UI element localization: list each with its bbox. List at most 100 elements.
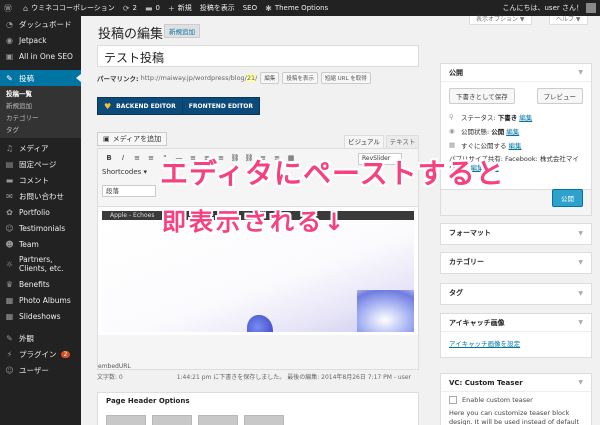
sidebar-item-photo-albums[interactable]: ▦ Photo Albums	[0, 292, 81, 308]
publicize-edit-link[interactable]: 編集	[471, 164, 484, 172]
save-draft-button[interactable]: 下書きとして保存	[449, 88, 515, 104]
category-box-header[interactable]: カテゴリー ▼	[441, 253, 591, 271]
sidebar-item-comments[interactable]: ▬ コメント	[0, 172, 81, 188]
theme-options-menu[interactable]: ✱ Theme Options	[261, 0, 332, 16]
view-post-button[interactable]: 投稿を表示	[282, 72, 318, 84]
italic-button[interactable]: I	[116, 154, 130, 162]
tag-box-header[interactable]: タグ ▼	[441, 284, 591, 302]
sidebar-item-team[interactable]: ☻ Team	[0, 236, 81, 252]
site-name-menu[interactable]: ⌂ ウミネココーポレーション	[19, 0, 119, 16]
header-style-thumb[interactable]	[198, 415, 238, 425]
sidebar-item-partners[interactable]: ☼ Partners, Clients, etc.	[0, 252, 81, 276]
category-title: カテゴリー	[449, 258, 484, 266]
unlink-button[interactable]: ⛓	[242, 154, 256, 162]
submenu-tags[interactable]: タグ	[0, 124, 81, 136]
sidebar-item-plugins[interactable]: ⚡ プラグイン 2	[0, 346, 81, 362]
backend-editor-button[interactable]: ♥ BACKEND EDITOR	[98, 98, 182, 114]
sidebar-item-contact[interactable]: ✉ お問い合わせ	[0, 188, 81, 204]
toolbar-toggle-button[interactable]: ▦	[284, 154, 298, 162]
header-style-thumb[interactable]	[244, 415, 284, 425]
category-box: カテゴリー ▼	[440, 252, 592, 274]
format-box: フォーマット ▼	[440, 223, 592, 245]
permalink-edit-button[interactable]: 編集	[260, 72, 280, 84]
sidebar-item-benefits[interactable]: ♛ Benefits	[0, 276, 81, 292]
sidebar-item-users[interactable]: ☺ ユーザー	[0, 362, 81, 378]
app-window: Ⓦ ⌂ ウミネココーポレーション ⟳ 2 ▬ 0 + 新規 投稿を表示 SEO ✱ The…	[0, 0, 600, 425]
publish-box-header[interactable]: 公開 ▼	[441, 64, 591, 82]
align-center-button[interactable]: ≡	[200, 154, 214, 162]
permalink-url[interactable]: http://maiway.jp/wordpress/blog/21/	[141, 74, 257, 82]
set-featured-image-link[interactable]: アイキャッチ画像を設定	[449, 340, 520, 348]
plus-icon: +	[168, 3, 175, 13]
paragraph-format-select[interactable]: 段落	[102, 185, 156, 197]
fullscreen-button[interactable]: ≡	[270, 154, 284, 162]
updates-menu[interactable]: ⟳ 2	[119, 0, 141, 16]
help-toggle[interactable]: ヘルプ ▼	[549, 16, 588, 25]
team-icon: ☻	[5, 239, 14, 249]
sidebar-item-posts[interactable]: ✎ 投稿	[0, 70, 81, 86]
header-style-thumb[interactable]	[106, 415, 146, 425]
submenu-categories[interactable]: カテゴリー	[0, 112, 81, 124]
new-content-menu[interactable]: + 新規	[164, 0, 196, 16]
sidebar-item-jetpack[interactable]: ◉ Jetpack	[0, 32, 81, 48]
sidebar-item-dashboard[interactable]: ◔ ダッシュボード	[0, 16, 81, 32]
tab-visual[interactable]: ビジュアル	[344, 135, 384, 148]
format-box-header[interactable]: フォーマット ▼	[441, 224, 591, 242]
visibility-edit-link[interactable]: 編集	[506, 126, 519, 136]
page-header-options-box: Page Header Options	[97, 392, 419, 425]
submenu-all-posts[interactable]: 投稿一覧	[0, 88, 81, 100]
bullet-list-button[interactable]: ≡	[130, 154, 144, 162]
collapse-arrow-icon: ▼	[578, 229, 583, 237]
admin-bar: Ⓦ ⌂ ウミネココーポレーション ⟳ 2 ▬ 0 + 新規 投稿を表示 SEO ✱ The…	[0, 0, 600, 16]
post-title-input[interactable]: テスト投稿	[97, 45, 419, 67]
sidebar-item-seo[interactable]: ▣ All in One SEO	[0, 48, 81, 64]
comments-menu[interactable]: ▬ 0	[141, 0, 164, 16]
submenu-add-new[interactable]: 新規追加	[0, 100, 81, 112]
schedule-edit-link[interactable]: 編集	[509, 140, 522, 150]
add-new-button[interactable]: 新規追加	[164, 24, 200, 38]
user-menu[interactable]: こんにちは、user さん！	[499, 0, 600, 16]
bold-button[interactable]: B	[102, 154, 116, 162]
shortlink-button[interactable]: 短縮 URL を取得	[320, 72, 371, 84]
add-media-button[interactable]: ▣ メディアを追加	[97, 132, 168, 146]
partners-icon: ☼	[5, 259, 14, 269]
schedule-row: ▦ すぐに公開する 編集	[441, 138, 591, 152]
align-right-button[interactable]: ≡	[214, 154, 228, 162]
header-style-thumb[interactable]	[152, 415, 192, 425]
collapse-arrow-icon: ▼	[578, 319, 583, 326]
vc-teaser-header[interactable]: VC: Custom Teaser ▼	[441, 374, 591, 392]
link-button[interactable]: ⛓	[228, 154, 242, 162]
shortcodes-dropdown[interactable]: Shortcodes ▾	[102, 168, 147, 176]
revslider-select[interactable]: RevSlider	[358, 153, 402, 165]
sidebar-item-portfolio[interactable]: ✿ Portfolio	[0, 204, 81, 220]
preview-button[interactable]: プレビュー	[536, 88, 583, 104]
align-left-button[interactable]: ≡	[186, 154, 200, 162]
sidebar-item-appearance[interactable]: ✎ 外観	[0, 330, 81, 346]
updates-count: 2	[132, 4, 137, 12]
tab-text[interactable]: テキスト	[386, 135, 419, 148]
status-edit-link[interactable]: 編集	[519, 112, 532, 122]
page-header-thumbs	[98, 409, 418, 425]
enable-teaser-checkbox[interactable]	[449, 396, 457, 404]
eye-icon: ◉	[449, 127, 455, 135]
sidebar-item-testimonials[interactable]: ☺ Testimonials	[0, 220, 81, 236]
sidebar-item-pages[interactable]: ▤ 固定ページ	[0, 156, 81, 172]
hr-button[interactable]: —	[172, 154, 186, 162]
blockquote-button[interactable]: “	[158, 154, 172, 162]
publicize-settings-link[interactable]: 設定	[486, 164, 499, 172]
testimonials-icon: ☺	[5, 223, 14, 233]
page-header-options-title[interactable]: Page Header Options	[98, 393, 418, 409]
screen-options-toggle[interactable]: 表示オプション ▼	[469, 16, 532, 25]
more-tag-button[interactable]: ≡	[256, 154, 270, 162]
seo-menu[interactable]: SEO	[239, 0, 261, 16]
publish-button[interactable]: 公開	[552, 189, 583, 207]
sidebar-item-slideshows[interactable]: ▦ Slideshows	[0, 308, 81, 324]
wp-logo-menu[interactable]: Ⓦ	[0, 0, 19, 16]
editor-content-area[interactable]: Apple - Echoes	[98, 206, 418, 335]
numbered-list-button[interactable]: ≡	[144, 154, 158, 162]
frontend-editor-button[interactable]: FRONTEND EDITOR	[181, 98, 259, 114]
plugin-icon: ⚡	[6, 349, 13, 359]
sidebar-item-media[interactable]: ♫ メディア	[0, 140, 81, 156]
view-post-link[interactable]: 投稿を表示	[196, 0, 239, 16]
featured-image-header[interactable]: アイキャッチ画像 ▼	[441, 314, 591, 332]
